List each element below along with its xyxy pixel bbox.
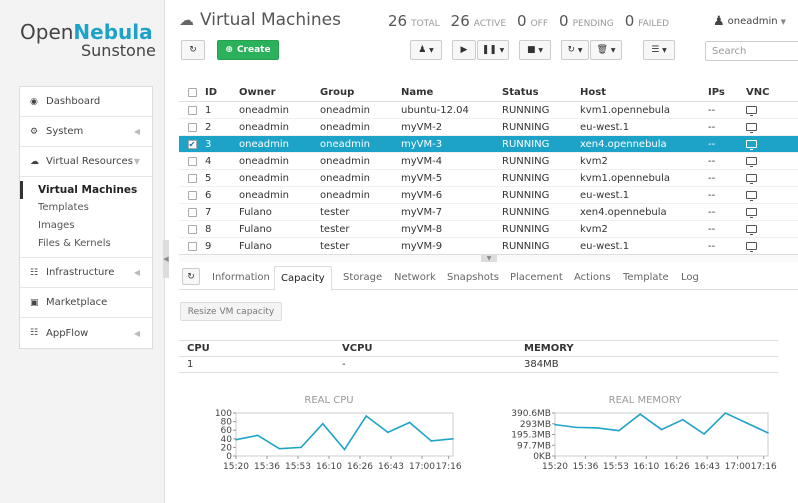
x-tick-label: 16:26 xyxy=(347,462,373,472)
y-tick-label: 80 xyxy=(221,418,233,428)
x-tick-label: 15:53 xyxy=(285,462,311,472)
y-tick-label: 195.3MB xyxy=(511,431,551,441)
chart-1: REAL MEMORY 0KB97.7MB195.3MB293MB390.6MB 1… xyxy=(511,395,777,472)
data-point xyxy=(639,413,641,415)
chart-0: REAL CPU 020406080100 15:20 15:36 15:53 16:10… xyxy=(215,395,462,472)
x-tick-label: 16:43 xyxy=(694,462,720,472)
data-point xyxy=(256,434,259,437)
y-tick-label: 60 xyxy=(221,426,233,436)
x-tick-label: 17:00 xyxy=(725,462,751,472)
series-line xyxy=(235,414,454,451)
y-tick-label: 20 xyxy=(221,443,233,453)
series-line xyxy=(554,412,769,436)
x-tick-label: 17:16 xyxy=(751,462,777,472)
y-tick-label: 390.6MB xyxy=(511,409,551,419)
y-tick-label: 0 xyxy=(226,452,232,462)
data-point xyxy=(278,447,281,450)
x-tick-label: 16:10 xyxy=(633,462,659,472)
chart-title: REAL MEMORY xyxy=(609,395,683,406)
data-point xyxy=(452,438,454,440)
y-tick-label: 100 xyxy=(215,409,232,419)
data-point xyxy=(745,422,748,424)
y-tick-label: 97.7MB xyxy=(517,441,551,451)
data-point xyxy=(430,440,433,442)
data-point xyxy=(322,422,324,425)
y-tick-label: 293MB xyxy=(520,420,551,430)
charts-layer: REAL CPU 020406080100 15:20 15:36 15:53 16:10… xyxy=(215,395,777,472)
x-tick-label: 16:43 xyxy=(378,462,404,472)
x-tick-label: 16:26 xyxy=(664,462,690,472)
x-tick-label: 17:16 xyxy=(436,462,462,472)
data-point xyxy=(235,438,237,441)
data-point xyxy=(343,448,346,451)
data-point xyxy=(618,429,620,432)
x-tick-label: 16:10 xyxy=(316,462,342,472)
data-point xyxy=(365,415,368,417)
data-point xyxy=(596,427,599,429)
chart-title: REAL CPU xyxy=(304,395,353,406)
data-point xyxy=(703,433,705,435)
data-point xyxy=(575,426,578,429)
data-point xyxy=(682,418,684,421)
x-tick-label: 15:20 xyxy=(223,462,249,472)
data-point xyxy=(300,446,302,449)
y-tick-label: 40 xyxy=(221,435,233,445)
data-point xyxy=(660,428,663,431)
data-point xyxy=(724,412,727,414)
x-tick-label: 15:53 xyxy=(603,462,629,472)
y-tick-label: 0KB xyxy=(533,452,551,462)
data-point xyxy=(767,432,769,434)
x-tick-label: 15:20 xyxy=(542,462,568,472)
data-point xyxy=(387,431,389,434)
x-tick-label: 15:36 xyxy=(254,462,280,472)
x-tick-label: 15:36 xyxy=(572,462,598,472)
x-tick-label: 17:00 xyxy=(409,462,435,472)
plot-area xyxy=(554,412,769,457)
data-point xyxy=(408,421,411,424)
data-point xyxy=(554,423,556,426)
